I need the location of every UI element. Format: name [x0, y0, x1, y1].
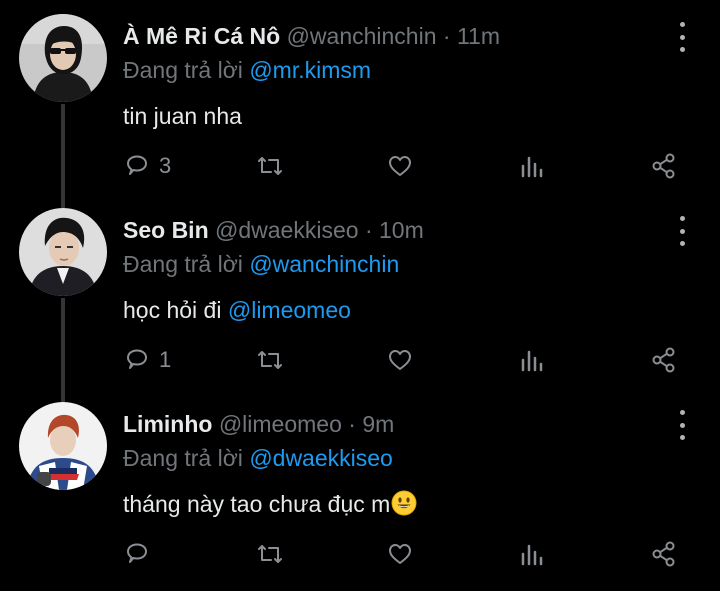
- tweet-text-content: tin juan nha: [123, 103, 242, 129]
- analytics-icon: [521, 156, 543, 178]
- retweet-icon: [258, 351, 282, 369]
- tweet-text: học hỏi đi @limeomeo: [123, 294, 351, 326]
- share-icon: [652, 153, 675, 179]
- reply-count: 1: [159, 347, 172, 372]
- tweet-header: Seo Bin @dwaekkiseo · 10m: [123, 214, 424, 246]
- views-button[interactable]: [518, 536, 546, 572]
- replying-to: Đang trả lời @mr.kimsm: [123, 55, 371, 85]
- replying-to-mention[interactable]: @mr.kimsm: [249, 57, 371, 83]
- reply-button[interactable]: 1: [123, 342, 171, 378]
- views-button[interactable]: [518, 148, 546, 184]
- user-handle[interactable]: @dwaekkiseo: [215, 217, 359, 243]
- person-sunglasses-avatar: [19, 14, 107, 102]
- reply-button[interactable]: 3: [123, 148, 171, 184]
- separator: ·: [348, 411, 356, 437]
- avatar[interactable]: [19, 402, 107, 490]
- replying-to: Đang trả lời @dwaekkiseo: [123, 443, 393, 473]
- retweet-button[interactable]: [256, 342, 284, 378]
- tweet[interactable]: Liminho @limeomeo · 9m Đang trả lời @dwa…: [0, 388, 720, 582]
- share-icon: [652, 347, 675, 373]
- grinning-face-emoji: [391, 490, 417, 516]
- retweet-icon: [258, 157, 282, 175]
- replying-prefix: Đang trả lời: [123, 57, 243, 83]
- tweet-header: Liminho @limeomeo · 9m: [123, 408, 394, 440]
- reply-button[interactable]: [123, 536, 159, 572]
- share-button[interactable]: [650, 148, 678, 184]
- like-button[interactable]: [386, 536, 414, 572]
- display-name[interactable]: Liminho: [123, 411, 212, 437]
- user-handle[interactable]: @wanchinchin: [287, 23, 437, 49]
- tweet-text: tin juan nha: [123, 100, 242, 132]
- heart-icon: [389, 350, 411, 370]
- timestamp[interactable]: 11m: [457, 23, 500, 49]
- like-button[interactable]: [386, 148, 414, 184]
- replying-prefix: Đang trả lời: [123, 445, 243, 471]
- more-options-icon[interactable]: [672, 410, 692, 440]
- action-bar: [0, 536, 720, 572]
- separator: ·: [442, 23, 451, 49]
- share-icon: [652, 541, 675, 567]
- avatar[interactable]: [19, 14, 107, 102]
- retweet-button[interactable]: [256, 148, 284, 184]
- heart-icon: [389, 544, 411, 564]
- like-button[interactable]: [386, 342, 414, 378]
- display-name[interactable]: À Mê Ri Cá Nô: [123, 23, 280, 49]
- timestamp[interactable]: 10m: [379, 217, 424, 243]
- avatar[interactable]: [19, 208, 107, 296]
- reply-count: 3: [159, 153, 172, 178]
- tweet-text: tháng này tao chưa đục m: [123, 488, 417, 520]
- tweet-mention[interactable]: @limeomeo: [228, 297, 351, 323]
- share-button[interactable]: [650, 536, 678, 572]
- user-handle[interactable]: @limeomeo: [219, 411, 342, 437]
- display-name[interactable]: Seo Bin: [123, 217, 209, 243]
- reply-icon: [127, 349, 147, 369]
- tweet-text-content: tháng này tao chưa đục m: [123, 491, 391, 517]
- action-bar: 3: [0, 148, 720, 184]
- timestamp[interactable]: 9m: [362, 411, 394, 437]
- replying-prefix: Đang trả lời: [123, 251, 243, 277]
- separator: ·: [364, 217, 373, 243]
- heart-icon: [389, 156, 411, 176]
- views-button[interactable]: [518, 342, 546, 378]
- person-blazer-avatar: [19, 208, 107, 296]
- person-racing-suit-avatar: [19, 402, 107, 490]
- reply-icon: [127, 155, 147, 175]
- tweet[interactable]: À Mê Ri Cá Nô @wanchinchin · 11m Đang tr…: [0, 0, 720, 194]
- analytics-icon: [521, 544, 543, 566]
- retweet-icon: [258, 545, 282, 563]
- share-button[interactable]: [650, 342, 678, 378]
- more-options-icon[interactable]: [672, 216, 692, 246]
- action-bar: 1: [0, 342, 720, 378]
- analytics-icon: [521, 350, 543, 372]
- tweet-text-content: học hỏi đi: [123, 297, 222, 323]
- more-options-icon[interactable]: [672, 22, 692, 52]
- replying-to-mention[interactable]: @dwaekkiseo: [249, 445, 393, 471]
- replying-to: Đang trả lời @wanchinchin: [123, 249, 399, 279]
- tweet-header: À Mê Ri Cá Nô @wanchinchin · 11m: [123, 20, 500, 52]
- retweet-button[interactable]: [256, 536, 284, 572]
- tweet[interactable]: Seo Bin @dwaekkiseo · 10m Đang trả lời @…: [0, 194, 720, 388]
- reply-icon: [127, 543, 147, 563]
- replying-to-mention[interactable]: @wanchinchin: [249, 251, 399, 277]
